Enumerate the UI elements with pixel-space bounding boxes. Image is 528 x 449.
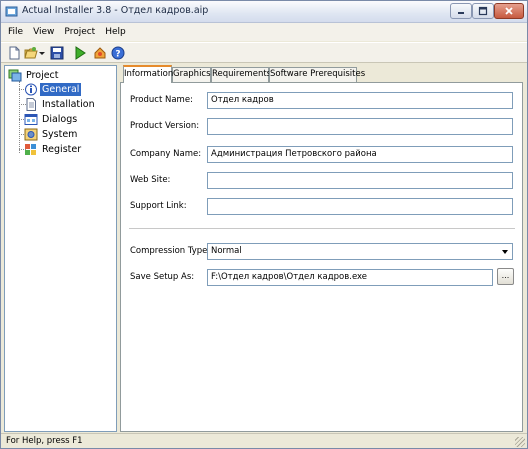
status-text: For Help, press F1 (6, 436, 83, 446)
product-version-field[interactable] (207, 118, 513, 135)
maximize-icon (478, 6, 488, 16)
system-gear-icon (24, 128, 38, 140)
window-title: Actual Installer 3.8 - Отдел кадров.aip (22, 5, 209, 16)
title-bar[interactable]: Actual Installer 3.8 - Отдел кадров.aip (1, 1, 527, 23)
information-panel: Product Name: Отдел кадров Product Versi… (120, 82, 523, 432)
project-tree: Project General Installation Dialogs Sys… (4, 65, 117, 432)
tree-item-label: Project (26, 69, 59, 81)
maximize-button[interactable] (472, 3, 494, 19)
save-setup-as-field[interactable]: F:\Отдел кадров\Отдел кадров.exe (207, 269, 493, 286)
tree-item-label: Installation (42, 98, 95, 110)
toolbar: ? (1, 42, 527, 63)
tab-graphics[interactable]: Graphics (172, 67, 211, 82)
build-run-icon[interactable] (73, 46, 87, 60)
tree-item-label: Dialogs (42, 113, 78, 125)
web-site-field[interactable] (207, 172, 513, 189)
menu-view[interactable]: View (28, 23, 59, 41)
tree-item-register[interactable]: Register (24, 142, 83, 156)
close-button[interactable] (494, 3, 524, 19)
tree-item-label: General (40, 82, 82, 96)
tree-item-system[interactable]: System (24, 127, 79, 141)
menu-help[interactable]: Help (100, 23, 131, 41)
tree-item-dialogs[interactable]: Dialogs (24, 112, 79, 126)
status-bar: For Help, press F1 (1, 433, 527, 448)
tree-item-general[interactable]: General (24, 82, 82, 96)
dialog-window-icon (24, 113, 38, 125)
compression-type-select[interactable]: Normal (207, 243, 513, 260)
menu-project[interactable]: Project (59, 23, 100, 41)
minimize-icon (458, 12, 464, 14)
tree-item-project[interactable]: Project (8, 68, 61, 82)
document-icon (26, 97, 36, 111)
dropdown-arrow-icon[interactable] (38, 46, 46, 60)
new-file-icon[interactable] (7, 46, 21, 60)
tree-item-installation[interactable]: Installation (24, 97, 97, 111)
menu-bar: File View Project Help (1, 23, 527, 41)
save-icon[interactable] (50, 46, 64, 60)
app-icon (5, 6, 18, 17)
tree-guide-line (19, 81, 20, 153)
app-window: Actual Installer 3.8 - Отдел кадров.aip … (0, 0, 528, 449)
company-name-field[interactable]: Администрация Петровского района (207, 146, 513, 163)
open-folder-icon[interactable] (24, 46, 38, 60)
help-icon[interactable]: ? (111, 46, 125, 60)
web-site-label: Web Site: (130, 175, 171, 185)
minimize-button[interactable] (450, 3, 472, 19)
tree-item-label: Register (42, 143, 82, 155)
tree-item-label: System (42, 128, 78, 140)
support-link-field[interactable] (207, 198, 513, 215)
info-icon (25, 83, 37, 95)
tab-requirements[interactable]: Requirements (211, 67, 271, 82)
compression-type-label: Compression Type: (130, 246, 211, 256)
menu-file[interactable]: File (3, 23, 28, 41)
project-icon (8, 69, 22, 81)
save-setup-as-label: Save Setup As: (130, 272, 195, 282)
product-name-field[interactable]: Отдел кадров (207, 92, 513, 109)
product-version-label: Product Version: (130, 121, 200, 131)
browse-button[interactable]: ... (497, 268, 514, 285)
svg-text:?: ? (115, 50, 120, 60)
close-icon (505, 7, 513, 15)
compression-type-value: Normal (211, 246, 242, 256)
chevron-down-icon (502, 250, 508, 254)
registry-icon (25, 143, 36, 155)
company-name-label: Company Name: (130, 149, 202, 159)
home-icon[interactable] (93, 46, 107, 60)
tab-information[interactable]: Information (123, 65, 173, 83)
resize-grip-icon[interactable] (515, 437, 525, 447)
tab-software-prerequisites[interactable]: Software Prerequisites (269, 67, 365, 82)
product-name-label: Product Name: (130, 95, 193, 105)
section-divider (129, 228, 515, 229)
support-link-label: Support Link: (130, 201, 187, 211)
